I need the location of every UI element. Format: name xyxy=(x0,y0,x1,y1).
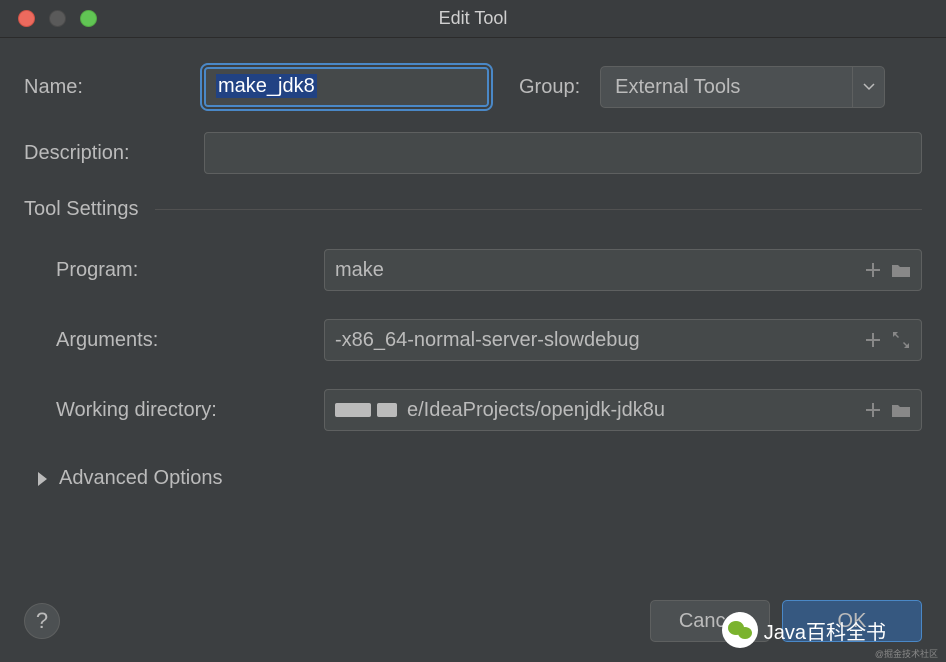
arguments-row: Arguments: xyxy=(56,319,922,361)
plus-icon[interactable] xyxy=(861,398,885,422)
program-input[interactable] xyxy=(325,253,857,288)
footer-buttons: Cancel OK xyxy=(650,600,922,642)
workdir-value: e/IdeaProjects/openjdk-jdk8u xyxy=(407,399,665,422)
close-window-button[interactable] xyxy=(18,10,35,27)
expand-icon[interactable] xyxy=(889,328,913,352)
group-dropdown-value: External Tools xyxy=(615,76,740,99)
arguments-input[interactable] xyxy=(325,323,857,358)
plus-icon[interactable] xyxy=(861,328,885,352)
tool-settings-header: Tool Settings xyxy=(24,198,922,221)
help-button[interactable]: ? xyxy=(24,603,60,639)
window-title: Edit Tool xyxy=(439,8,508,29)
dialog-footer: ? Cancel OK xyxy=(24,600,922,642)
ok-button[interactable]: OK xyxy=(782,600,922,642)
arguments-input-wrap xyxy=(324,319,922,361)
workdir-row: Working directory: e/IdeaProjects/openjd… xyxy=(56,389,922,431)
section-divider xyxy=(155,209,922,210)
workdir-input-wrap: e/IdeaProjects/openjdk-jdk8u xyxy=(324,389,922,431)
group-dropdown[interactable]: External Tools xyxy=(600,66,885,108)
name-input[interactable]: make_jdk8 xyxy=(204,67,489,107)
group-label: Group: xyxy=(519,76,580,99)
name-input-value: make_jdk8 xyxy=(216,74,317,98)
arguments-label: Arguments: xyxy=(56,329,324,352)
zoom-window-button[interactable] xyxy=(80,10,97,27)
caret-right-icon xyxy=(38,472,47,486)
plus-icon[interactable] xyxy=(861,258,885,282)
name-label: Name: xyxy=(24,76,204,99)
traffic-lights xyxy=(0,10,97,27)
redacted-segment xyxy=(335,403,397,417)
tool-settings-body: Program: Arguments: xyxy=(24,249,922,431)
dialog-content: Name: make_jdk8 Group: External Tools De… xyxy=(0,38,946,510)
description-input[interactable] xyxy=(204,132,922,174)
watermark-sub: @掘金技术社区 xyxy=(875,647,938,660)
workdir-input[interactable]: e/IdeaProjects/openjdk-jdk8u xyxy=(325,393,857,428)
folder-icon[interactable] xyxy=(889,258,913,282)
name-row: Name: make_jdk8 Group: External Tools xyxy=(24,66,922,108)
tool-settings-title: Tool Settings xyxy=(24,198,139,221)
program-row: Program: xyxy=(56,249,922,291)
description-row: Description: xyxy=(24,132,922,174)
advanced-options-toggle[interactable]: Advanced Options xyxy=(38,467,922,490)
cancel-button[interactable]: Cancel xyxy=(650,600,770,642)
program-input-wrap xyxy=(324,249,922,291)
workdir-label: Working directory: xyxy=(56,399,324,422)
description-label: Description: xyxy=(24,142,204,165)
titlebar: Edit Tool xyxy=(0,0,946,38)
group-section: Group: External Tools xyxy=(519,66,885,108)
chevron-down-icon xyxy=(852,66,884,108)
advanced-options-label: Advanced Options xyxy=(59,467,222,490)
minimize-window-button[interactable] xyxy=(49,10,66,27)
program-label: Program: xyxy=(56,259,324,282)
folder-icon[interactable] xyxy=(889,398,913,422)
